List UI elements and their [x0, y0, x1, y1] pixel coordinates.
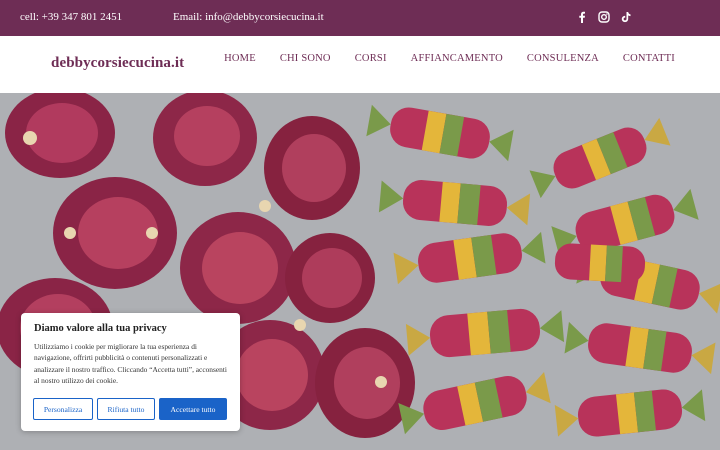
phone-number[interactable]: cell: +39 347 801 2451	[20, 11, 122, 23]
nav-consulenza[interactable]: CONSULENZA	[515, 53, 611, 64]
main-nav: HOME CHI SONO CORSI AFFIANCAMENTO CONSUL…	[212, 53, 687, 64]
nav-contatti[interactable]: CONTATTI	[611, 53, 687, 64]
site-header: debbycorsiecucina.it HOME CHI SONO CORSI…	[0, 36, 720, 93]
nav-corsi[interactable]: CORSI	[343, 53, 399, 64]
site-logo[interactable]: debbycorsiecucina.it	[51, 55, 184, 72]
email-address[interactable]: Email: info@debbycorsiecucina.it	[173, 11, 324, 23]
reject-all-button[interactable]: Rifiuta tutto	[97, 398, 155, 420]
cookie-actions: Personalizza Rifiuta tutto Accettare tut…	[33, 398, 227, 420]
customize-button[interactable]: Personalizza	[33, 398, 93, 420]
top-bar: cell: +39 347 801 2451 Email: info@debby…	[0, 0, 720, 36]
instagram-icon[interactable]	[597, 10, 610, 24]
cookie-banner: Diamo valore alla tua privacy Utilizziam…	[21, 313, 240, 431]
nav-affiancamento[interactable]: AFFIANCAMENTO	[399, 53, 515, 64]
accept-all-button[interactable]: Accettare tutto	[159, 398, 227, 420]
nav-chi-sono[interactable]: CHI SONO	[268, 53, 343, 64]
cookie-text: Utilizziamo i cookie per migliorare la t…	[34, 342, 227, 386]
facebook-icon[interactable]	[575, 10, 588, 24]
social-links	[575, 10, 632, 24]
nav-home[interactable]: HOME	[212, 53, 268, 64]
tiktok-icon[interactable]	[619, 10, 632, 24]
cookie-title: Diamo valore alla tua privacy	[34, 323, 167, 334]
